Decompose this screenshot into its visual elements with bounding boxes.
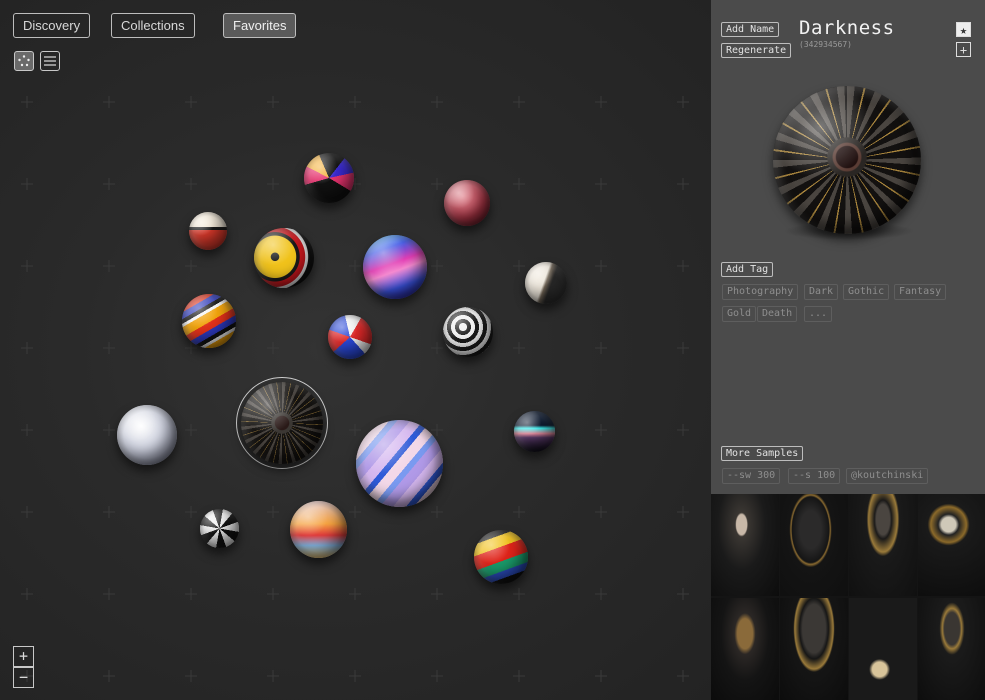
- sphere-orange-wave[interactable]: [182, 294, 236, 348]
- favorite-button[interactable]: ★: [956, 22, 971, 37]
- selection-seed: (342934567): [799, 40, 852, 49]
- add-tag-button[interactable]: Add Tag: [721, 262, 774, 277]
- plus-icon: +: [959, 42, 968, 57]
- tag-chip[interactable]: Death: [757, 306, 798, 322]
- scatter-view-button[interactable]: [14, 51, 34, 71]
- sphere-zebra-swirl[interactable]: [443, 307, 493, 357]
- selection-title: Darkness: [799, 17, 895, 39]
- param-chip: --s 100: [788, 468, 841, 484]
- tag-chip[interactable]: Photography: [722, 284, 799, 300]
- zoom-out-button[interactable]: −: [13, 667, 34, 688]
- add-button[interactable]: +: [956, 42, 971, 57]
- sphere-neon-stripe[interactable]: [474, 530, 528, 584]
- sphere-black-white[interactable]: [200, 509, 239, 548]
- detail-panel: Add Name Regenerate Darkness (342934567)…: [711, 0, 985, 700]
- sphere-pastel-stripe[interactable]: [356, 420, 443, 507]
- sample-grid: [711, 494, 985, 700]
- tag-chip[interactable]: Dark: [804, 284, 839, 300]
- sphere-red-leather[interactable]: [444, 180, 490, 226]
- more-samples-button[interactable]: More Samples: [721, 446, 804, 461]
- star-icon: ★: [959, 22, 968, 37]
- plus-icon: +: [18, 647, 29, 665]
- selection-preview-sphere: [773, 86, 921, 234]
- tag-chip[interactable]: Gothic: [843, 284, 890, 300]
- sphere-red-cream[interactable]: [189, 212, 227, 250]
- tag-chip[interactable]: Gold: [722, 306, 757, 322]
- tag-chip[interactable]: Fantasy: [894, 284, 947, 300]
- sphere-marble[interactable]: [525, 262, 567, 304]
- discovery-canvas[interactable]: Discovery Collections Favorites + −: [0, 0, 711, 700]
- scatter-view-icon: [18, 55, 30, 67]
- sphere-pearl[interactable]: [117, 405, 177, 465]
- sphere-red-blue[interactable]: [328, 315, 372, 359]
- sphere-horizon[interactable]: [514, 411, 555, 452]
- sample-figure-with-orb[interactable]: [849, 598, 917, 700]
- sample-masked-hood-figure[interactable]: [711, 598, 779, 700]
- sample-hooded-woman-portrait[interactable]: [711, 494, 779, 596]
- list-view-button[interactable]: [40, 51, 60, 71]
- sphere-blue-wave[interactable]: [363, 235, 427, 299]
- sample-dark-raven[interactable]: [780, 494, 848, 596]
- minus-icon: −: [18, 668, 29, 686]
- sample-hooded-skull[interactable]: [918, 494, 985, 596]
- sphere-rainbow-stripe[interactable]: [304, 153, 354, 203]
- sample-skeletal-figure[interactable]: [849, 494, 917, 596]
- sphere-yellow-eye[interactable]: [254, 228, 314, 288]
- sample-dark-toad-creature[interactable]: [780, 598, 848, 700]
- add-name-button[interactable]: Add Name: [721, 22, 780, 37]
- tab-collections[interactable]: Collections: [111, 13, 195, 38]
- sphere-darkness[interactable]: [241, 382, 323, 464]
- more-tags-chip[interactable]: ...: [804, 306, 833, 322]
- regenerate-button[interactable]: Regenerate: [721, 43, 792, 58]
- sphere-fire-glass[interactable]: [290, 501, 347, 558]
- zoom-in-button[interactable]: +: [13, 646, 34, 667]
- sample-gold-masked-figure[interactable]: [918, 598, 985, 700]
- param-chip: @koutchinski: [846, 468, 929, 484]
- param-chip: --sw 300: [722, 468, 781, 484]
- list-view-icon: [44, 56, 56, 66]
- tab-favorites[interactable]: Favorites: [223, 13, 297, 38]
- tab-discovery[interactable]: Discovery: [13, 13, 91, 38]
